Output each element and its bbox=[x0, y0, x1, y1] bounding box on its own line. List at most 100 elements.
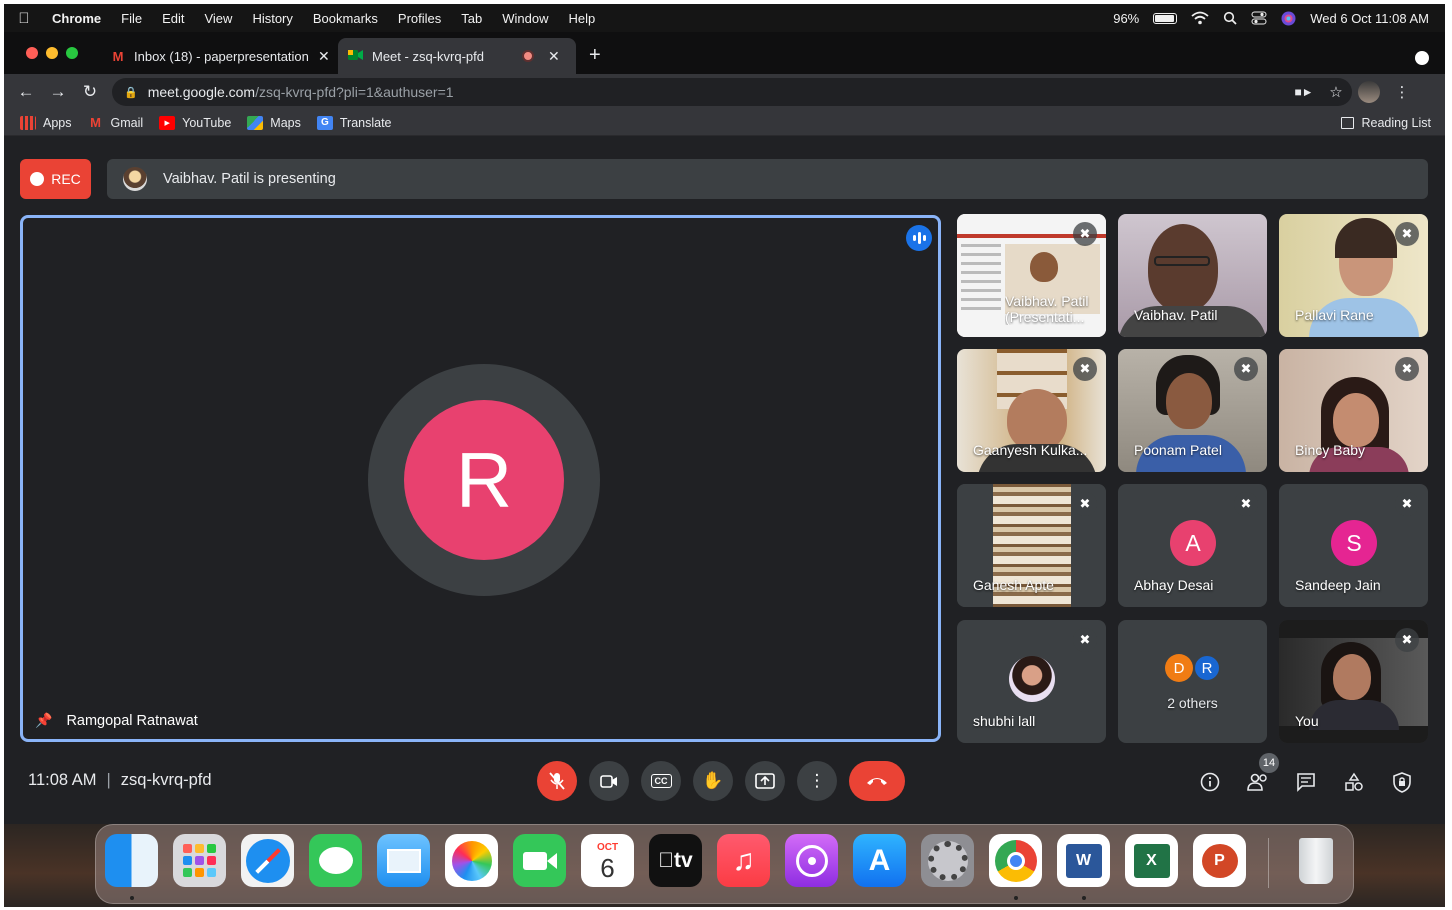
facetime-icon[interactable] bbox=[513, 834, 566, 887]
bookmark-label: Gmail bbox=[110, 115, 144, 130]
finder-icon[interactable] bbox=[105, 834, 158, 887]
music-icon[interactable]: ♫ bbox=[717, 834, 770, 887]
camera-toggle-button[interactable] bbox=[589, 761, 629, 801]
forward-arrow-icon[interactable]: → bbox=[42, 82, 74, 102]
participant-tile-gaanyesh[interactable]: ✖ Gaanyesh Kulka... bbox=[957, 349, 1106, 472]
bookmark-label: Apps bbox=[43, 115, 72, 130]
address-bar[interactable]: 🔒 meet.google.com/zsq-kvrq-pfd?pli=1&aut… bbox=[112, 78, 1352, 106]
present-now-button[interactable] bbox=[745, 761, 785, 801]
participant-tile-pallavi[interactable]: ✖ Pallavi Rane bbox=[1279, 214, 1428, 337]
spotlight-search-icon[interactable] bbox=[1223, 11, 1237, 25]
apple-tv-icon[interactable]: tv bbox=[649, 834, 702, 887]
participant-name: You bbox=[1295, 713, 1319, 729]
tab-close-icon[interactable]: ✕ bbox=[318, 48, 330, 65]
reading-list-button[interactable]: Reading List bbox=[1340, 116, 1431, 130]
profile-avatar[interactable] bbox=[1358, 81, 1380, 103]
window-zoom-button[interactable] bbox=[66, 47, 78, 59]
menu-history[interactable]: History bbox=[242, 11, 302, 26]
powerpoint-icon[interactable]: P bbox=[1193, 834, 1246, 887]
messages-icon[interactable] bbox=[309, 834, 362, 887]
main-speaker-tile[interactable]: R 📌 Ramgopal Ratnawat bbox=[20, 215, 941, 742]
lock-icon[interactable]: 🔒 bbox=[124, 86, 138, 99]
participant-tile-others[interactable]: D R 2 others bbox=[1118, 620, 1267, 743]
tab-close-icon[interactable]: ✕ bbox=[548, 48, 560, 65]
menu-edit[interactable]: Edit bbox=[152, 11, 194, 26]
participant-tile-sandeep[interactable]: ✖ S Sandeep Jain bbox=[1279, 484, 1428, 607]
safari-icon[interactable] bbox=[241, 834, 294, 887]
chat-icon[interactable] bbox=[1292, 768, 1320, 796]
menu-help[interactable]: Help bbox=[559, 11, 606, 26]
word-icon[interactable]: W bbox=[1057, 834, 1110, 887]
tab-gmail-inbox[interactable]: M Inbox (18) - paperpresentation ✕ bbox=[100, 38, 340, 74]
photos-icon[interactable] bbox=[445, 834, 498, 887]
url-host: meet.google.com bbox=[147, 84, 256, 100]
gmail-icon: M bbox=[112, 48, 124, 64]
bookmark-label: Maps bbox=[270, 115, 301, 130]
new-tab-button[interactable]: + bbox=[589, 44, 601, 67]
bookmark-gmail[interactable]: M Gmail bbox=[88, 115, 144, 130]
trash-icon[interactable] bbox=[1289, 834, 1342, 887]
host-controls-icon[interactable] bbox=[1388, 768, 1416, 796]
calendar-icon[interactable]: OCT 6 bbox=[581, 834, 634, 887]
apple-menu-icon[interactable]:  bbox=[4, 10, 44, 27]
back-arrow-icon[interactable]: ← bbox=[10, 82, 42, 102]
window-close-button[interactable] bbox=[26, 47, 38, 59]
meeting-details-info-icon[interactable] bbox=[1196, 768, 1224, 796]
bookmark-apps[interactable]: Apps bbox=[20, 115, 72, 130]
recording-badge[interactable]: REC bbox=[20, 159, 91, 199]
more-options-button[interactable]: ⋮ bbox=[797, 761, 837, 801]
bookmark-youtube[interactable]: ▶ YouTube bbox=[159, 115, 231, 130]
bookmark-translate[interactable]: G Translate bbox=[316, 115, 392, 130]
menu-window[interactable]: Window bbox=[492, 11, 558, 26]
presenter-avatar bbox=[123, 167, 147, 191]
participant-name: Poonam Patel bbox=[1134, 442, 1222, 458]
camera-in-use-icon[interactable]: ■► bbox=[1288, 85, 1320, 99]
presenting-banner[interactable]: Vaibhav. Patil is presenting bbox=[107, 159, 1428, 199]
menu-bar-datetime[interactable]: Wed 6 Oct 11:08 AM bbox=[1310, 11, 1429, 26]
speaker-name-label: 📌 Ramgopal Ratnawat bbox=[35, 712, 198, 729]
bookmark-star-icon[interactable]: ☆ bbox=[1320, 83, 1352, 101]
leave-call-button[interactable] bbox=[849, 761, 905, 801]
mail-icon[interactable] bbox=[377, 834, 430, 887]
siri-icon[interactable] bbox=[1281, 11, 1296, 26]
participant-tile-ganesh[interactable]: ✖ Ganesh Apte bbox=[957, 484, 1106, 607]
raise-hand-button[interactable]: ✋ bbox=[693, 761, 733, 801]
menu-bookmarks[interactable]: Bookmarks bbox=[303, 11, 388, 26]
chrome-icon[interactable] bbox=[989, 834, 1042, 887]
bookmark-maps[interactable]: Maps bbox=[247, 115, 301, 130]
control-center-icon[interactable] bbox=[1251, 11, 1267, 25]
menu-view[interactable]: View bbox=[194, 11, 242, 26]
participant-tile-bincy[interactable]: ✖ Bincy Baby bbox=[1279, 349, 1428, 472]
menu-app-name[interactable]: Chrome bbox=[44, 11, 111, 26]
pin-icon[interactable]: 📌 bbox=[35, 712, 52, 729]
launchpad-icon[interactable] bbox=[173, 834, 226, 887]
participant-tile-presentation[interactable]: ✖ Vaibhav. Patil (Presentati... bbox=[957, 214, 1106, 337]
menu-file[interactable]: File bbox=[111, 11, 152, 26]
bookmarks-bar: Apps M Gmail ▶ YouTube Maps G Translate Rea… bbox=[4, 110, 1445, 136]
participant-tile-shubhi[interactable]: ✖ shubhi lall bbox=[957, 620, 1106, 743]
system-preferences-icon[interactable] bbox=[921, 834, 974, 887]
participant-tile-abhay[interactable]: ✖ A Abhay Desai bbox=[1118, 484, 1267, 607]
battery-icon[interactable] bbox=[1153, 12, 1178, 24]
youtube-icon: ▶ bbox=[159, 115, 176, 130]
wifi-icon[interactable] bbox=[1191, 11, 1209, 25]
menu-profiles[interactable]: Profiles bbox=[388, 11, 451, 26]
captions-button[interactable]: CC bbox=[641, 761, 681, 801]
mic-toggle-button[interactable] bbox=[537, 761, 577, 801]
chrome-toolbar: ← → ↻ 🔒 meet.google.com/zsq-kvrq-pfd?pli… bbox=[4, 74, 1445, 110]
gmail-icon: M bbox=[90, 115, 101, 130]
tab-search-icon[interactable] bbox=[1415, 51, 1429, 65]
tab-meet[interactable]: Meet - zsq-kvrq-pfd ✕ bbox=[338, 38, 576, 74]
app-store-icon[interactable]: A bbox=[853, 834, 906, 887]
dock-divider bbox=[1268, 838, 1269, 888]
participant-tile-you[interactable]: ✖ You bbox=[1279, 620, 1428, 743]
menu-tab[interactable]: Tab bbox=[451, 11, 492, 26]
podcasts-icon[interactable] bbox=[785, 834, 838, 887]
reload-icon[interactable]: ↻ bbox=[74, 82, 106, 102]
chrome-menu-icon[interactable]: ⋮ bbox=[1386, 83, 1418, 101]
participant-tile-vaibhav[interactable]: Vaibhav. Patil bbox=[1118, 214, 1267, 337]
excel-icon[interactable]: X bbox=[1125, 834, 1178, 887]
participant-tile-poonam[interactable]: ✖ Poonam Patel bbox=[1118, 349, 1267, 472]
activities-icon[interactable] bbox=[1340, 768, 1368, 796]
window-minimize-button[interactable] bbox=[46, 47, 58, 59]
